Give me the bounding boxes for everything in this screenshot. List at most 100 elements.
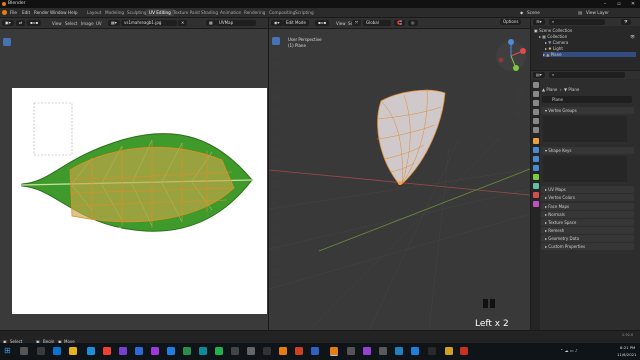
uvmap-selector[interactable]: UVMap bbox=[216, 19, 256, 26]
app-icon-12[interactable] bbox=[215, 347, 223, 355]
uv-menu-uv[interactable]: UV bbox=[96, 21, 102, 26]
particles-tab-icon[interactable] bbox=[532, 156, 539, 162]
file-explorer-icon[interactable] bbox=[69, 347, 77, 355]
app-icon-22[interactable] bbox=[379, 347, 387, 355]
options-label[interactable]: Options bbox=[500, 19, 522, 25]
vertex-groups-list[interactable] bbox=[543, 116, 627, 142]
app-icon-7[interactable] bbox=[135, 347, 143, 355]
outliner-scene-collection[interactable]: ▣ Scene Collection bbox=[534, 28, 572, 33]
scale-tool-icon[interactable] bbox=[3, 83, 11, 91]
tab-scripting[interactable]: Scripting bbox=[292, 9, 317, 16]
pinch-tool-icon[interactable] bbox=[3, 144, 11, 152]
edge-browser-icon[interactable] bbox=[53, 347, 61, 355]
minimize-icon[interactable]: – bbox=[598, 0, 612, 8]
outliner-item-collection[interactable]: ▸ ▦ Collection bbox=[539, 34, 567, 39]
select-box-tool-icon[interactable] bbox=[3, 38, 11, 46]
image-unlink-icon[interactable]: ✕ bbox=[178, 19, 188, 26]
world-tab-icon[interactable] bbox=[532, 127, 539, 133]
scene-tab-icon[interactable] bbox=[532, 118, 539, 124]
task-view-icon[interactable] bbox=[37, 347, 45, 355]
menu-window[interactable]: Window bbox=[50, 10, 67, 15]
app-icon-27[interactable] bbox=[460, 347, 468, 355]
app-icon-20[interactable] bbox=[347, 347, 355, 355]
maximize-icon[interactable]: ▫ bbox=[612, 0, 626, 8]
constraints-tab-icon[interactable] bbox=[532, 174, 539, 180]
uv-menu-view[interactable]: View bbox=[52, 21, 62, 26]
app-icon-18[interactable] bbox=[311, 347, 319, 355]
modifier-tab-icon[interactable] bbox=[532, 147, 539, 153]
windows-start-icon[interactable]: ⊞ bbox=[4, 346, 11, 355]
image-browse-icon[interactable]: ▦▾ bbox=[108, 19, 120, 26]
menu-file[interactable]: File bbox=[10, 10, 17, 15]
view-layer-icon[interactable]: ▤ bbox=[578, 10, 582, 15]
outliner-editor-icon[interactable]: ☰▾ bbox=[533, 19, 545, 25]
shape-keys-list[interactable] bbox=[543, 156, 627, 182]
chrome-icon[interactable] bbox=[103, 347, 111, 355]
data-tab-icon[interactable] bbox=[532, 183, 539, 189]
transform-tool-icon[interactable] bbox=[3, 94, 11, 102]
panel-custom-properties[interactable]: ▸ Custom Properties bbox=[541, 243, 634, 250]
app-icon-13[interactable] bbox=[231, 347, 239, 355]
uv-sync-icon[interactable]: ⇄ bbox=[16, 19, 26, 26]
rotate-tool-icon[interactable] bbox=[3, 72, 11, 80]
panel-uv-maps[interactable]: ▸ UV Maps bbox=[541, 186, 634, 193]
uv-editor-canvas[interactable]: ↖ bbox=[0, 29, 268, 330]
ps-app-icon[interactable] bbox=[87, 347, 95, 355]
outliner-item-plane[interactable]: ▸ ▲ Plane bbox=[543, 52, 636, 57]
outliner-filter-icon[interactable]: ⧩ bbox=[621, 19, 631, 25]
cursor-tool-icon[interactable] bbox=[3, 50, 11, 58]
scene-selector[interactable]: Scene bbox=[527, 10, 540, 15]
image-name-field[interactable]: vs1mahreagb1.jpg bbox=[121, 19, 177, 26]
output-tab-icon[interactable] bbox=[532, 100, 539, 106]
annotate-tool-icon[interactable] bbox=[3, 109, 11, 117]
premiere-icon[interactable] bbox=[119, 347, 127, 355]
zoom-icon[interactable] bbox=[255, 38, 263, 46]
proportional-edit-icon[interactable]: ◎ bbox=[408, 19, 418, 26]
panel-remesh[interactable]: ▸ Remesh bbox=[541, 227, 634, 234]
relax-tool-icon[interactable] bbox=[3, 133, 11, 141]
move-tool-icon[interactable] bbox=[3, 61, 11, 69]
tool-tab-icon[interactable] bbox=[532, 82, 539, 88]
app-icon-14[interactable] bbox=[247, 347, 255, 355]
uv-menu-select[interactable]: Select bbox=[65, 21, 77, 26]
app-icon-11[interactable] bbox=[199, 347, 207, 355]
3d-viewport[interactable]: User Perspective (1) Plane Left x 2 bbox=[269, 29, 530, 330]
search-taskbar-icon[interactable] bbox=[20, 347, 28, 355]
vlc-icon[interactable] bbox=[279, 347, 287, 355]
menu-render[interactable]: Render bbox=[34, 10, 49, 15]
outliner-item-camera[interactable]: ▸ ▼ Camera bbox=[545, 40, 568, 45]
view-layer-selector[interactable]: View Layer bbox=[586, 10, 609, 15]
leaf-mesh[interactable] bbox=[376, 88, 446, 185]
editor-type-icon[interactable]: ▣▾ bbox=[2, 19, 14, 26]
app-icon-17[interactable] bbox=[295, 347, 303, 355]
material-tab-icon[interactable] bbox=[532, 192, 539, 198]
photoshop-icon[interactable] bbox=[167, 347, 175, 355]
select-mode-icon[interactable]: ▪▫▪ bbox=[27, 19, 42, 26]
pan-hand-icon[interactable] bbox=[255, 50, 263, 58]
app-icon-25[interactable] bbox=[428, 347, 436, 355]
app-icon-21[interactable] bbox=[363, 347, 371, 355]
grab-tool-icon[interactable] bbox=[3, 120, 11, 128]
tab-rendering[interactable]: Rendering bbox=[241, 9, 268, 16]
uv-menu-image[interactable]: Image bbox=[81, 21, 94, 26]
outliner-item-light[interactable]: ▸ ✹ Light bbox=[545, 46, 563, 51]
properties-search-input[interactable]: ⌕ bbox=[549, 72, 625, 78]
blender-menu-icon[interactable] bbox=[2, 10, 7, 15]
scene-selector-icon[interactable]: ◆ bbox=[520, 10, 523, 15]
rip-tool-icon[interactable] bbox=[3, 155, 11, 163]
panel-face-maps[interactable]: ▸ Face Maps bbox=[541, 203, 634, 210]
system-tray-icons[interactable]: ⌃ ☁ ▭ ♪ bbox=[560, 348, 578, 353]
menu-help[interactable]: Help bbox=[68, 10, 78, 15]
uvmap-icon[interactable]: ▦ bbox=[206, 19, 216, 26]
panel-vertex-colors[interactable]: ▸ Vertex Colors bbox=[541, 194, 634, 201]
visibility-eye-icon[interactable]: 👁 bbox=[630, 34, 635, 39]
physics-tab-icon[interactable] bbox=[532, 165, 539, 171]
app-icon-24[interactable] bbox=[411, 347, 419, 355]
properties-editor-icon[interactable]: ▤▾ bbox=[533, 72, 545, 78]
panel-normals[interactable]: ▸ Normals bbox=[541, 211, 634, 218]
render-tab-icon[interactable] bbox=[532, 91, 539, 97]
outliner-search-input[interactable]: ⌕ bbox=[549, 19, 605, 25]
texture-tab-icon[interactable] bbox=[532, 201, 539, 207]
object-tab-icon[interactable] bbox=[532, 138, 539, 144]
orientation-icon[interactable]: ⤧ bbox=[352, 19, 362, 26]
